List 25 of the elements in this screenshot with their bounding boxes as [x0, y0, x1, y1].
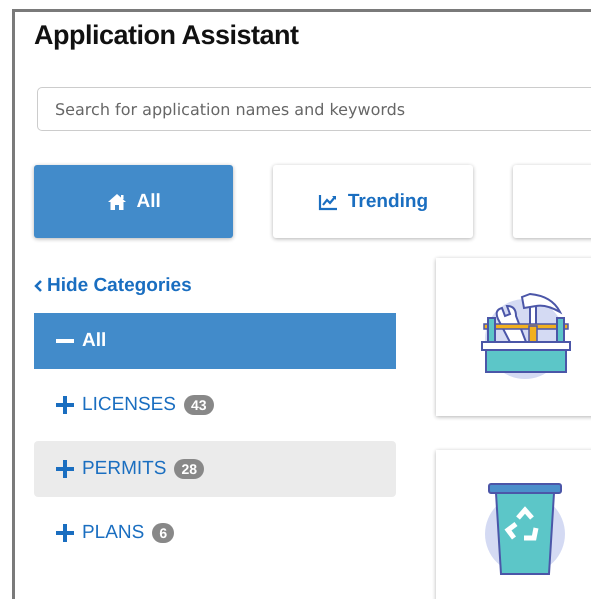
- search-field[interactable]: Search for application names and keywords: [37, 87, 591, 131]
- plus-icon: [56, 396, 74, 414]
- category-tab[interactable]: Trending: [273, 165, 473, 238]
- hide-categories-link[interactable]: Hide Categories: [34, 275, 192, 297]
- category-item[interactable]: PERMITS 28: [34, 441, 396, 497]
- category-item[interactable]: All: [34, 313, 396, 369]
- category-label: PERMITS: [82, 458, 166, 480]
- count-badge: 43: [184, 395, 214, 415]
- category-label: PLANS: [82, 522, 144, 544]
- minus-icon: [56, 339, 74, 343]
- plus-icon: [56, 460, 74, 478]
- plus-icon: [56, 524, 74, 542]
- category-item[interactable]: PLANS 6: [34, 505, 396, 561]
- count-badge: 28: [174, 459, 204, 479]
- category-label: All: [82, 330, 106, 352]
- category-item[interactable]: LICENSES 43: [34, 377, 396, 433]
- home-icon: [106, 192, 127, 210]
- line-chart-icon: [318, 192, 338, 210]
- count-badge: 6: [152, 523, 174, 543]
- chevron-left-icon: [34, 280, 43, 292]
- application-card[interactable]: [436, 450, 591, 599]
- page-title: Application Assistant: [34, 20, 300, 51]
- category-tab[interactable]: All: [34, 165, 234, 238]
- category-label: LICENSES: [82, 394, 176, 416]
- application-card[interactable]: [436, 258, 591, 416]
